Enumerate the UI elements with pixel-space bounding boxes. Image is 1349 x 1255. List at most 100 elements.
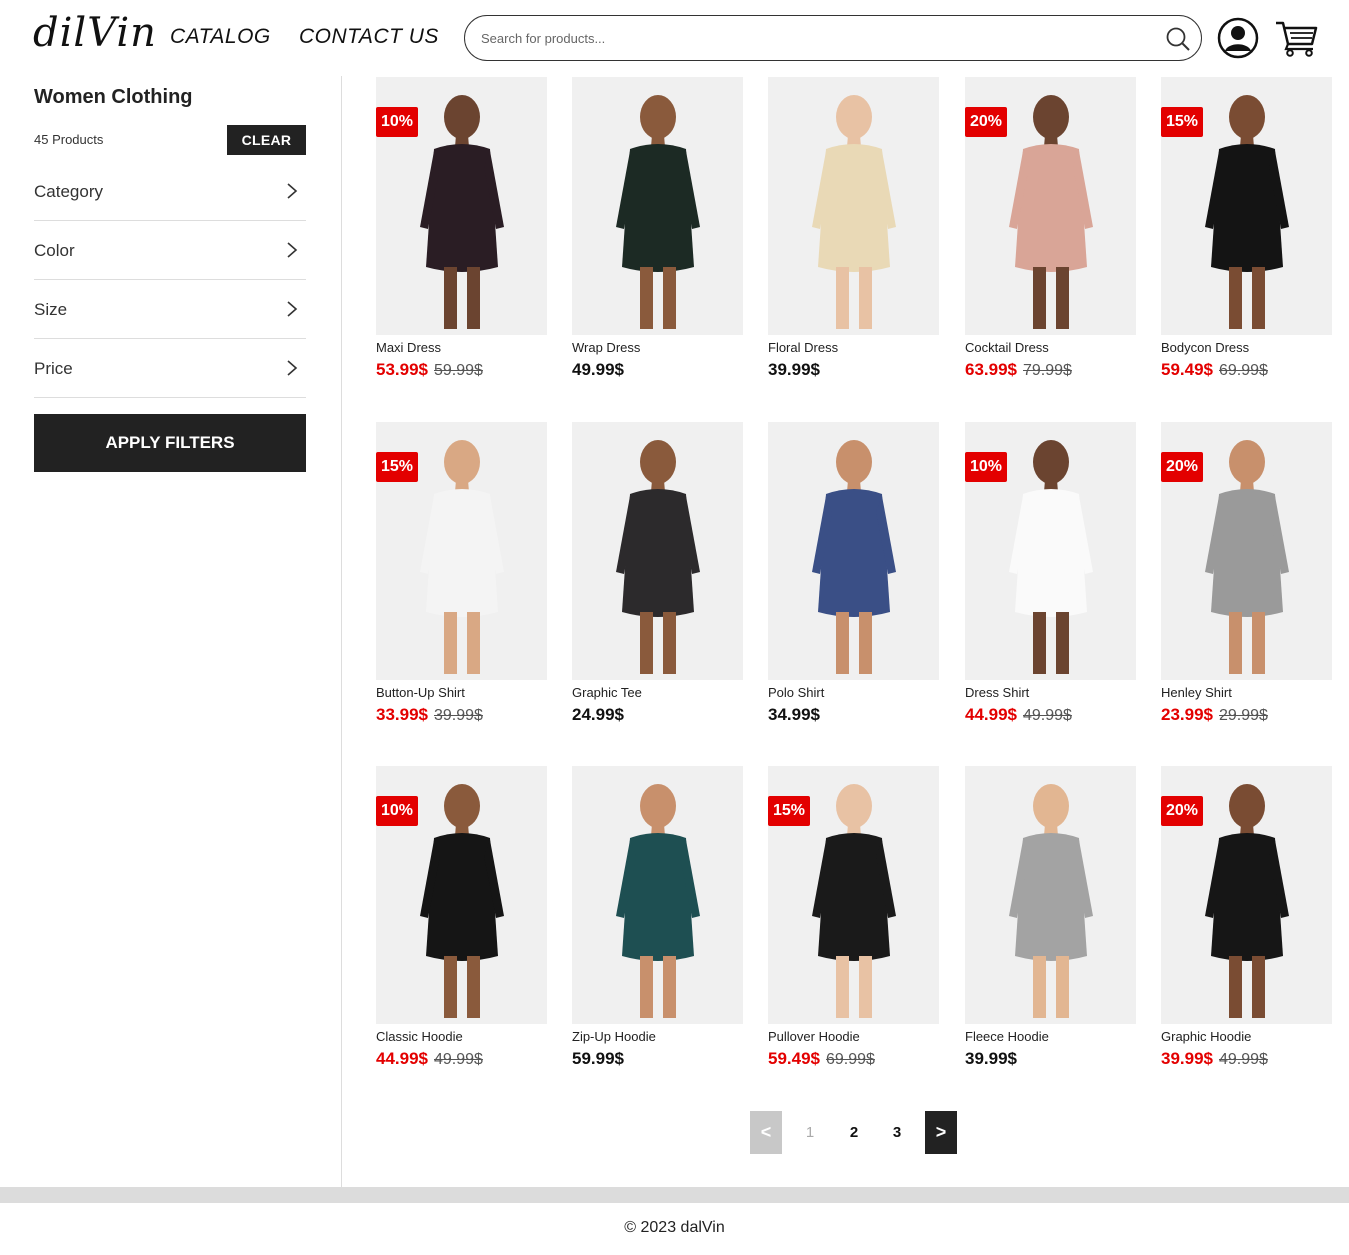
discount-badge: 15%: [768, 796, 811, 826]
nav-contact-link[interactable]: CONTACT US: [299, 25, 439, 49]
product-card[interactable]: 10% Classic Hoodie 44.99$ 49.99$: [376, 766, 547, 1076]
product-image[interactable]: [572, 766, 743, 1024]
product-card[interactable]: Wrap Dress 49.99$: [572, 77, 743, 387]
original-price: 49.99$: [1219, 1051, 1268, 1068]
product-card[interactable]: 15% Bodycon Dress 59.49$ 69.99$: [1161, 77, 1332, 387]
filter-sidebar: Women Clothing 45 Products CLEAR Categor…: [0, 76, 342, 1187]
product-card[interactable]: Zip-Up Hoodie 59.99$: [572, 766, 743, 1076]
original-price: 69.99$: [1219, 362, 1268, 379]
price-row: 39.99$ 49.99$: [1161, 1049, 1268, 1069]
product-card[interactable]: 20% Graphic Hoodie 39.99$ 49.99$: [1161, 766, 1332, 1076]
sale-price: 63.99$: [965, 360, 1017, 379]
pagination-next-button[interactable]: >: [925, 1111, 957, 1154]
filter-size[interactable]: Size: [34, 280, 306, 339]
original-price: 69.99$: [826, 1051, 875, 1068]
footer-divider: [0, 1187, 1349, 1203]
product-price: 39.99$: [768, 360, 820, 379]
product-card[interactable]: Polo Shirt 34.99$: [768, 422, 939, 732]
copyright-text: © 2023 dalVin: [624, 1219, 725, 1236]
price-row: 34.99$: [768, 705, 820, 725]
product-price: 39.99$: [965, 1049, 1017, 1068]
pagination-page-1[interactable]: 1: [794, 1111, 826, 1154]
product-name[interactable]: Cocktail Dress: [965, 340, 1049, 355]
original-price: 39.99$: [434, 707, 483, 724]
model-photo: [965, 766, 1136, 1024]
discount-badge: 20%: [1161, 452, 1204, 482]
model-photo: [768, 422, 939, 680]
filter-color[interactable]: Color: [34, 221, 306, 280]
discount-badge: 20%: [965, 107, 1008, 137]
product-card[interactable]: 15% Pullover Hoodie 59.49$ 69.99$: [768, 766, 939, 1076]
pagination-page-3[interactable]: 3: [881, 1111, 913, 1154]
price-row: 59.49$ 69.99$: [768, 1049, 875, 1069]
product-card[interactable]: 10% Dress Shirt 44.99$ 49.99$: [965, 422, 1136, 732]
product-name[interactable]: Graphic Tee: [572, 685, 642, 700]
category-title: Women Clothing: [34, 86, 193, 108]
filter-label: Color: [34, 241, 75, 260]
search-input[interactable]: [481, 26, 1161, 50]
product-card[interactable]: 10% Maxi Dress 53.99$ 59.99$: [376, 77, 547, 387]
product-card[interactable]: Graphic Tee 24.99$: [572, 422, 743, 732]
product-name[interactable]: Dress Shirt: [965, 685, 1029, 700]
price-row: 49.99$: [572, 360, 624, 380]
product-name[interactable]: Graphic Hoodie: [1161, 1029, 1251, 1044]
sale-price: 33.99$: [376, 705, 428, 724]
product-name[interactable]: Henley Shirt: [1161, 685, 1232, 700]
model-photo: [572, 77, 743, 335]
search-icon[interactable]: [1165, 26, 1191, 52]
sale-price: 59.49$: [1161, 360, 1213, 379]
chevron-right-icon: [287, 301, 298, 317]
apply-filters-button[interactable]: APPLY FILTERS: [34, 414, 306, 472]
price-row: 44.99$ 49.99$: [376, 1049, 483, 1069]
nav-catalog-link[interactable]: CATALOG: [170, 25, 271, 49]
product-image[interactable]: [768, 422, 939, 680]
product-image[interactable]: [572, 422, 743, 680]
discount-badge: 15%: [1161, 107, 1204, 137]
logo[interactable]: dilVin: [33, 10, 157, 56]
product-name[interactable]: Maxi Dress: [376, 340, 441, 355]
product-name[interactable]: Bodycon Dress: [1161, 340, 1249, 355]
product-image[interactable]: [965, 766, 1136, 1024]
product-price: 34.99$: [768, 705, 820, 724]
filter-category[interactable]: Category: [34, 162, 306, 221]
product-name[interactable]: Classic Hoodie: [376, 1029, 463, 1044]
product-image[interactable]: [768, 77, 939, 335]
discount-badge: 20%: [1161, 796, 1204, 826]
sale-price: 39.99$: [1161, 1049, 1213, 1068]
filter-label: Category: [34, 182, 103, 201]
original-price: 49.99$: [1023, 707, 1072, 724]
product-card[interactable]: Floral Dress 39.99$: [768, 77, 939, 387]
product-card[interactable]: 20% Henley Shirt 23.99$ 29.99$: [1161, 422, 1332, 732]
pagination-prev-button[interactable]: <: [750, 1111, 782, 1154]
price-row: 44.99$ 49.99$: [965, 705, 1072, 725]
clear-filters-button[interactable]: CLEAR: [227, 125, 306, 155]
filter-label: Price: [34, 359, 73, 378]
product-name[interactable]: Wrap Dress: [572, 340, 640, 355]
chevron-right-icon: [287, 360, 298, 376]
product-name[interactable]: Pullover Hoodie: [768, 1029, 860, 1044]
discount-badge: 10%: [965, 452, 1008, 482]
discount-badge: 15%: [376, 452, 419, 482]
model-photo: [572, 766, 743, 1024]
product-name[interactable]: Button-Up Shirt: [376, 685, 465, 700]
pagination-page-2[interactable]: 2: [838, 1111, 870, 1154]
site-header: dilVin CATALOG CONTACT US: [0, 0, 1349, 76]
original-price: 29.99$: [1219, 707, 1268, 724]
product-card[interactable]: 15% Button-Up Shirt 33.99$ 39.99$: [376, 422, 547, 732]
price-row: 53.99$ 59.99$: [376, 360, 483, 380]
model-photo: [768, 77, 939, 335]
product-name[interactable]: Zip-Up Hoodie: [572, 1029, 656, 1044]
product-card[interactable]: 20% Cocktail Dress 63.99$ 79.99$: [965, 77, 1136, 387]
shopping-cart-icon[interactable]: [1274, 18, 1318, 58]
product-name[interactable]: Fleece Hoodie: [965, 1029, 1049, 1044]
user-account-icon[interactable]: [1217, 17, 1259, 59]
product-image[interactable]: [572, 77, 743, 335]
original-price: 49.99$: [434, 1051, 483, 1068]
product-name[interactable]: Polo Shirt: [768, 685, 824, 700]
price-row: 39.99$: [965, 1049, 1017, 1069]
product-name[interactable]: Floral Dress: [768, 340, 838, 355]
product-card[interactable]: Fleece Hoodie 39.99$: [965, 766, 1136, 1076]
filter-price[interactable]: Price: [34, 339, 306, 398]
sale-price: 23.99$: [1161, 705, 1213, 724]
chevron-right-icon: [287, 183, 298, 199]
